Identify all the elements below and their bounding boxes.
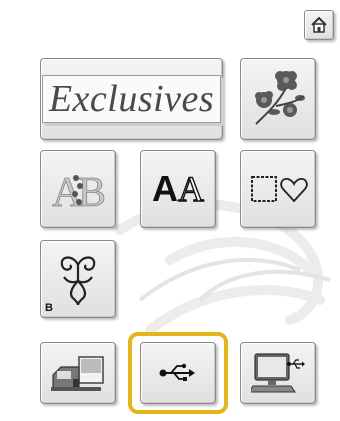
computer-icon [251,353,305,393]
frames-shapes-icon [251,176,308,203]
character-font-button[interactable]: AA [140,150,216,228]
exclusives-label: Exclusives [41,75,222,123]
font-outline-letter: A [177,168,204,209]
machine-memory-button[interactable] [40,342,116,404]
computer-button[interactable] [240,342,316,404]
font-bold-letter: A [152,168,178,209]
pattern-selection-screen: Exclusives A B AA B [0,0,340,421]
home-button[interactable] [304,10,334,40]
floral-pattern-button[interactable] [240,58,316,140]
floral-embroidery-icon [255,71,305,125]
b-label: B [45,302,53,314]
floral-alphabet-button[interactable]: A B [40,150,116,228]
floral-alphabet-icon: A B [52,170,107,214]
machine-memory-icon [51,356,104,391]
usb-selection-highlight [128,332,228,414]
home-icon [311,16,327,33]
font-sample: AA [152,168,205,210]
frame-pattern-button[interactable] [240,150,316,228]
ornament-pattern-button[interactable]: B [40,240,116,318]
ornament-icon [60,256,96,306]
svg-text:B: B [78,170,106,214]
exclusives-button[interactable]: Exclusives [40,58,223,140]
